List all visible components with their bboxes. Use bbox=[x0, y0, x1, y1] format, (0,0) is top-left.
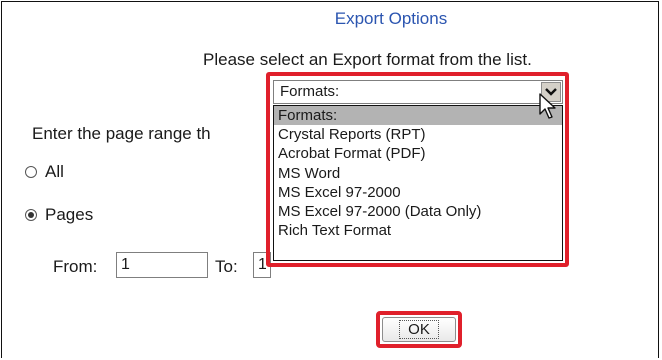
format-option[interactable]: MS Excel 97-2000 (Data Only) bbox=[274, 202, 562, 221]
format-option[interactable]: Formats: bbox=[274, 106, 562, 126]
from-label: From: bbox=[53, 257, 98, 276]
radio-all-label: All bbox=[45, 162, 64, 181]
format-select-value: Formats: bbox=[280, 83, 340, 100]
format-option[interactable]: MS Excel 97-2000 bbox=[274, 183, 562, 202]
radio-pages-label: Pages bbox=[45, 205, 94, 224]
format-options-list[interactable]: Formats: Crystal Reports (RPT) Acrobat F… bbox=[273, 105, 563, 261]
radio-pages[interactable] bbox=[25, 209, 37, 221]
radio-all[interactable] bbox=[25, 166, 37, 178]
to-label: To: bbox=[215, 257, 238, 276]
format-option[interactable]: Rich Text Format bbox=[274, 221, 562, 240]
format-option[interactable]: MS Word bbox=[274, 164, 562, 183]
format-select[interactable]: Formats: bbox=[273, 80, 563, 104]
dialog-title: Export Options bbox=[334, 9, 448, 28]
format-option[interactable]: Acrobat Format (PDF) bbox=[274, 144, 562, 163]
ok-button[interactable]: OK bbox=[382, 317, 456, 342]
format-option[interactable]: Crystal Reports (RPT) bbox=[274, 125, 562, 144]
radio-pages-row[interactable]: Pages bbox=[25, 205, 93, 225]
radio-all-row[interactable]: All bbox=[25, 162, 64, 182]
instruction-text: Please select an Export format from the … bbox=[203, 50, 532, 69]
ok-button-label: OK bbox=[399, 320, 439, 339]
from-input[interactable] bbox=[116, 252, 208, 278]
page-range-label: Enter the page range th bbox=[32, 124, 211, 143]
mouse-pointer-icon bbox=[539, 93, 556, 119]
